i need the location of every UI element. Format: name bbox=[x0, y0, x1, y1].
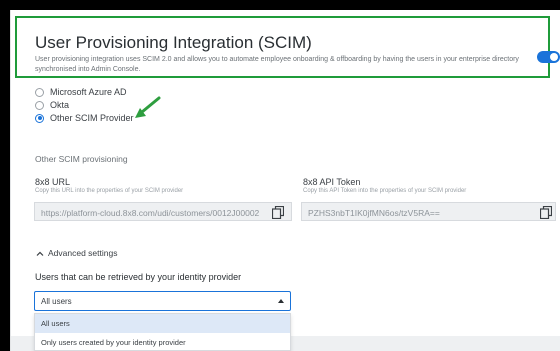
advanced-settings-toggle[interactable]: Advanced settings bbox=[35, 248, 117, 258]
chevron-up-icon bbox=[36, 251, 44, 256]
url-field-hint: Copy this URL into the properties of you… bbox=[35, 188, 184, 194]
url-field[interactable]: https://platform-cloud.8x8.com/udi/custo… bbox=[34, 202, 292, 221]
radio-button[interactable] bbox=[35, 87, 44, 97]
radio-other-scim[interactable]: Other SCIM Provider bbox=[35, 112, 134, 124]
radio-label-okta: Okta bbox=[50, 100, 70, 110]
annotation-arrow-icon bbox=[135, 96, 161, 118]
radio-button[interactable] bbox=[35, 100, 44, 110]
users-retrieval-dropdown: All users Only users created by your ide… bbox=[34, 313, 291, 351]
url-field-label: 8x8 URL bbox=[35, 177, 71, 187]
copy-icon[interactable] bbox=[540, 206, 552, 219]
caret-up-icon bbox=[278, 299, 284, 303]
copy-icon[interactable] bbox=[272, 206, 284, 219]
other-scim-section-label: Other SCIM provisioning bbox=[35, 154, 128, 164]
toggle-knob bbox=[550, 53, 558, 61]
url-field-value: https://platform-cloud.8x8.com/udi/custo… bbox=[41, 208, 260, 218]
dropdown-option-all-users[interactable]: All users bbox=[35, 314, 290, 333]
token-field-label: 8x8 API Token bbox=[303, 177, 361, 187]
page-title: User Provisioning Integration (SCIM) bbox=[35, 33, 312, 52]
radio-button-selected[interactable] bbox=[35, 113, 44, 123]
select-value: All users bbox=[41, 297, 72, 306]
api-token-value: PZHS3nbT1IK0jfMN6os/tzV5RA== bbox=[308, 208, 440, 218]
page-description: User provisioning integration uses SCIM … bbox=[35, 56, 519, 73]
dropdown-option-idp-users[interactable]: Only users created by your identity prov… bbox=[35, 333, 290, 351]
users-retrieval-select[interactable]: All users bbox=[34, 291, 291, 311]
radio-label-azure: Microsoft Azure AD bbox=[50, 87, 127, 97]
radio-label-other: Other SCIM Provider bbox=[50, 113, 134, 123]
radio-azure-ad[interactable]: Microsoft Azure AD bbox=[35, 86, 127, 98]
scim-enable-toggle[interactable] bbox=[537, 51, 560, 63]
radio-okta[interactable]: Okta bbox=[35, 99, 69, 111]
token-field-hint: Copy this API Token into the properties … bbox=[303, 188, 467, 194]
api-token-field[interactable]: PZHS3nbT1IK0jfMN6os/tzV5RA== bbox=[301, 202, 556, 221]
advanced-settings-label: Advanced settings bbox=[48, 248, 118, 258]
users-retrieval-label: Users that can be retrieved by your iden… bbox=[35, 272, 242, 282]
